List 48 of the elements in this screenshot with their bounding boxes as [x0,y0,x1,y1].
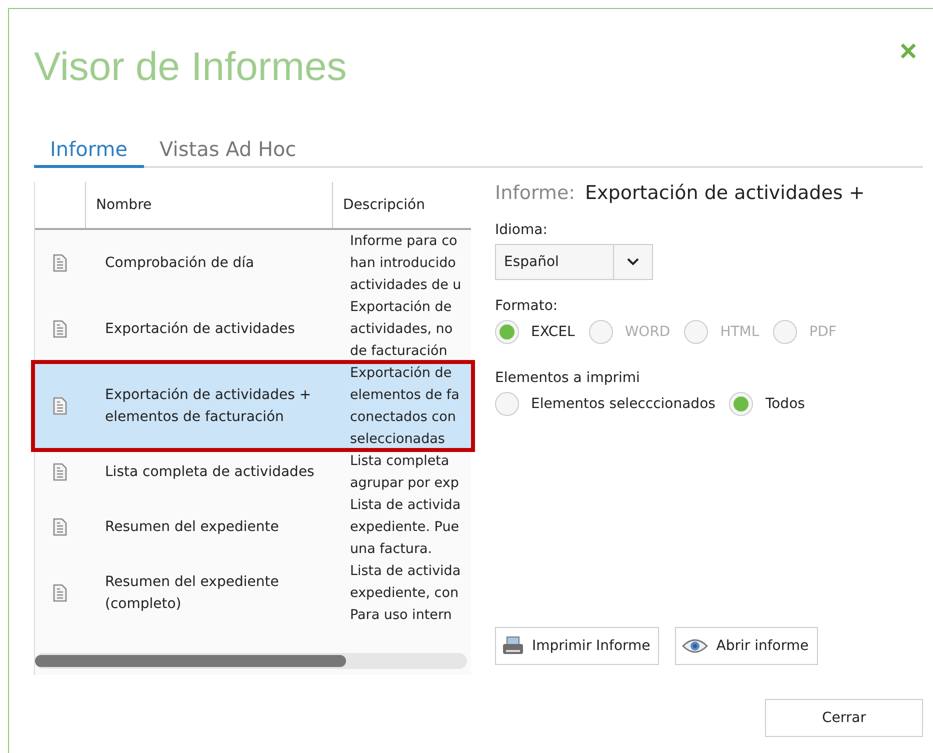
print-button[interactable]: Imprimir Informe [495,627,660,665]
table-cell-text: Exportación de actividades, no de facturación [350,298,453,361]
document-icon [53,397,67,415]
column-header[interactable]: Descripción [332,182,471,228]
language-dropdown[interactable]: Español [495,244,653,280]
table-row[interactable]: Exportación de actividades Exportación de actividades, no de facturación [35,296,471,362]
table-row[interactable]: Lista completa de actividades Lista completa agrupar por exp [35,450,471,494]
column-header[interactable]: Nombre [85,182,332,228]
tab[interactable]: Vistas Ad Hoc [144,137,312,168]
document-icon [53,518,67,536]
document-icon [53,320,67,338]
table-cell-text: Informe para co han introducido actividades de u [350,232,462,295]
table-cell-text: Lista completa agrupar por exp [350,452,459,493]
scrollbar-thumb[interactable] [35,655,346,667]
table-row[interactable]: Resumen del expediente Lista de activida expediente. Pue una factura. [35,494,471,560]
radio-button[interactable] [495,392,519,416]
open-button[interactable]: Abrir informe [675,627,818,665]
table-cell-text: Lista completa de actividades [105,463,314,482]
document-icon [53,254,67,272]
field-label: Formato: [495,298,559,314]
table-cell-text: Lista de activida expediente. Pue una factura. [350,496,461,559]
report-label: Informe: [495,182,576,204]
field-label: Idioma: [495,222,548,238]
chevron-down-icon [626,257,640,267]
close-dialog-button[interactable]: Cerrar [765,699,923,737]
table-row[interactable]: Resumen del expediente (completo) Lista de activida expediente, con Para uso intern [35,560,471,626]
horizontal-scrollbar[interactable] [35,653,467,669]
tab[interactable]: Informe [34,137,144,168]
printer-icon [502,636,524,656]
eye-icon [682,638,708,654]
radio-option[interactable]: Elementos selecccionados [495,392,716,416]
document-icon [53,463,67,481]
window-title: Visor de Informes [34,44,347,91]
table-cell-text: Exportación de actividades + elementos de facturación [105,386,312,427]
table-cell-text: Lista de activida expediente, con Para uso intern [350,562,461,625]
table-cell-text: Exportación de actividades [105,320,295,339]
radio-option[interactable]: EXCEL [495,320,575,344]
table-cell-text: Resumen del expediente [105,518,279,537]
report-name: Exportación de actividades + [585,182,865,204]
field-label: Elementos a imprimi [495,370,641,386]
table-cell-text: Exportación de elementos de fa conectados con seleccionadas [350,364,460,449]
table-cell-text: Resumen del expediente (completo) [105,573,279,614]
radio-button[interactable] [729,392,754,416]
document-icon [53,584,67,602]
radio-option[interactable]: Todos [729,392,805,416]
radio-button[interactable] [495,320,519,344]
table-cell-text: Comprobación de día [105,254,254,273]
table-row[interactable]: Comprobación de día Informe para co han introducido actividades de u [35,230,471,296]
